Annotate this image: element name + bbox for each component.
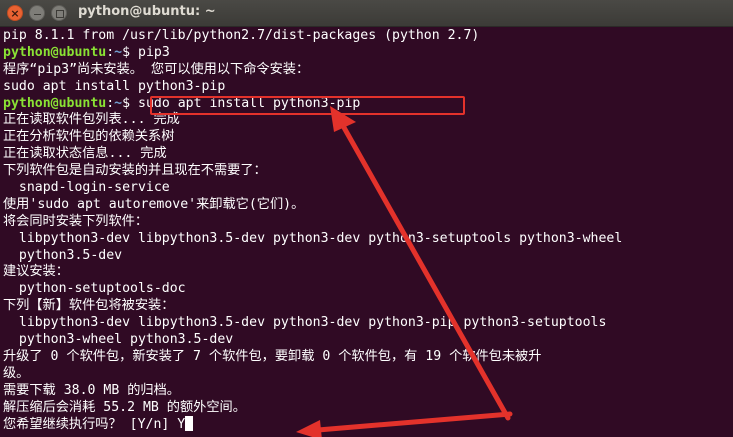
prompt-colon: :: [106, 44, 115, 60]
output-line: pip 8.1.1 from /usr/lib/python2.7/dist-p…: [3, 28, 480, 43]
command-highlight-box: [150, 96, 465, 115]
prompt-sign: $: [122, 95, 139, 111]
output-line: 建议安装：: [3, 264, 69, 280]
prompt-sign: $: [122, 44, 139, 60]
prompt-colon: :: [106, 95, 115, 111]
confirmation-prompt-text: 您希望继续执行吗？ [Y/n] Y: [3, 417, 186, 433]
output-line: python-setuptools-doc: [3, 281, 186, 297]
terminal-output[interactable]: pip 8.1.1 from /usr/lib/python2.7/dist-p…: [0, 28, 733, 437]
prompt-user: python@ubuntu: [3, 44, 107, 60]
prompt-line: python@ubuntu:~$ pip3: [3, 45, 733, 62]
text-cursor[interactable]: [185, 416, 194, 432]
prompt-path: ~: [114, 44, 123, 60]
output-line: 将会同时安装下列软件：: [3, 213, 149, 229]
prompt-user: python@ubuntu: [3, 95, 107, 111]
output-line: sudo apt install python3-pip: [3, 78, 226, 94]
output-line: 下列【新】软件包将被安装：: [3, 298, 175, 314]
output-line: 正在读取状态信息... 完成: [3, 146, 167, 162]
close-icon[interactable]: ×: [7, 5, 23, 21]
output-line: snapd-login-service: [3, 180, 170, 196]
minimize-icon[interactable]: [29, 5, 45, 21]
output-line: libpython3-dev libpython3.5-dev python3-…: [3, 230, 623, 246]
output-line: 级。: [3, 365, 30, 381]
output-line: 使用'sudo apt autoremove'来卸载它(它们)。: [3, 196, 305, 212]
output-line: python3.5-dev: [3, 247, 123, 263]
terminal-window: × python@ubuntu: ~ pip 8.1.1 from /usr/l…: [0, 0, 733, 437]
output-line: 升级了 0 个软件包，新安装了 7 个软件包，要卸载 0 个软件包，有 19 个…: [3, 348, 542, 364]
output-line: libpython3-dev libpython3.5-dev python3-…: [3, 315, 607, 331]
window-title: python@ubuntu: ~: [78, 4, 216, 19]
output-line: 下列软件包是自动安装的并且现在不需要了：: [3, 163, 267, 179]
output-line: python3-wheel python3.5-dev: [3, 332, 234, 348]
maximize-icon[interactable]: [51, 5, 67, 21]
output-line: 解压缩后会消耗 55.2 MB 的额外空间。: [3, 399, 246, 415]
command-text: pip3: [138, 44, 170, 60]
prompt-path: ~: [114, 95, 123, 111]
output-line: 正在分析软件包的依赖关系树: [3, 129, 175, 145]
title-bar[interactable]: × python@ubuntu: ~: [0, 0, 733, 27]
confirmation-prompt-line: 您希望继续执行吗？ [Y/n] Y: [3, 416, 733, 433]
output-line: 程序“pip3”尚未安装。 您可以使用以下命令安装：: [3, 61, 310, 77]
output-line: 需要下载 38.0 MB 的归档。: [3, 382, 180, 398]
